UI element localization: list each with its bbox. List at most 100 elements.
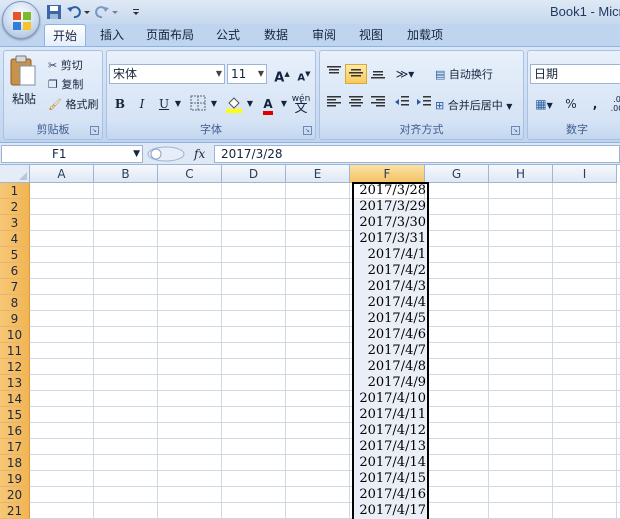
office-button[interactable] <box>2 1 40 39</box>
redo-icon[interactable] <box>94 3 110 21</box>
clipboard-launcher-icon[interactable]: ↘ <box>90 126 99 135</box>
tab-insert[interactable]: 插入 <box>92 24 132 46</box>
row-header-6[interactable]: 6 <box>0 263 30 279</box>
percent-button[interactable]: % <box>560 94 582 114</box>
row-header-19[interactable]: 19 <box>0 471 30 487</box>
copy-button[interactable]: ❐ 复制 <box>48 76 83 92</box>
cell-f8[interactable]: 2017/4/4 <box>353 295 428 311</box>
orientation-button[interactable]: ≫▾ <box>391 64 419 84</box>
fill-color-button[interactable] <box>223 94 245 114</box>
cell-f14[interactable]: 2017/4/10 <box>353 391 428 407</box>
row-header-12[interactable]: 12 <box>0 359 30 375</box>
row-header-1[interactable]: 1 <box>0 183 30 199</box>
cell-f10[interactable]: 2017/4/6 <box>353 327 428 343</box>
tab-formulas[interactable]: 公式 <box>208 24 248 46</box>
font-launcher-icon[interactable]: ↘ <box>303 126 312 135</box>
formula-bar-resize-icon[interactable] <box>146 145 186 163</box>
column-header-h[interactable]: H <box>489 165 553 183</box>
name-box[interactable]: F1 ▼ <box>1 145 143 163</box>
paste-button[interactable]: 粘贴 <box>8 54 42 114</box>
cell-f12[interactable]: 2017/4/8 <box>353 359 428 375</box>
align-bottom-button[interactable] <box>367 64 389 84</box>
formula-input[interactable]: 2017/3/28 <box>214 145 620 163</box>
cut-button[interactable]: ✂ 剪切 <box>48 57 83 73</box>
cell-f7[interactable]: 2017/4/3 <box>353 279 428 295</box>
select-all-button[interactable] <box>0 165 30 183</box>
undo-dropdown-icon[interactable] <box>82 3 92 21</box>
borders-dropdown-icon[interactable]: ▼ <box>209 94 219 114</box>
undo-icon[interactable] <box>66 3 82 21</box>
save-icon[interactable] <box>46 3 62 21</box>
underline-dropdown-icon[interactable]: ▼ <box>173 94 183 114</box>
row-header-9[interactable]: 9 <box>0 311 30 327</box>
row-header-20[interactable]: 20 <box>0 487 30 503</box>
merge-center-button[interactable]: ⊞ 合并后居中 ▼ <box>435 97 512 113</box>
row-header-16[interactable]: 16 <box>0 423 30 439</box>
format-painter-button[interactable]: 🖌 格式刷 <box>48 96 98 112</box>
column-header-b[interactable]: B <box>94 165 158 183</box>
column-header-c[interactable]: C <box>158 165 222 183</box>
row-header-14[interactable]: 14 <box>0 391 30 407</box>
cell-f16[interactable]: 2017/4/12 <box>353 423 428 439</box>
column-header-g[interactable]: G <box>425 165 489 183</box>
cell-f17[interactable]: 2017/4/13 <box>353 439 428 455</box>
align-center-button[interactable] <box>345 94 367 114</box>
redo-dropdown-icon[interactable] <box>110 3 120 21</box>
fill-color-dropdown-icon[interactable]: ▼ <box>245 94 255 114</box>
worksheet-grid[interactable]: ABCDEFGHI 1 2 3 4 5 6 7 8 9 10 11 12 13 14 15 16 17 18 19 2… <box>0 165 620 519</box>
row-header-3[interactable]: 3 <box>0 215 30 231</box>
font-name-combo[interactable]: 宋体 ▼ <box>109 64 225 84</box>
align-left-button[interactable] <box>323 94 345 114</box>
row-header-2[interactable]: 2 <box>0 199 30 215</box>
bold-button[interactable]: B <box>109 94 131 114</box>
row-header-7[interactable]: 7 <box>0 279 30 295</box>
cell-f5[interactable]: 2017/4/1 <box>353 247 428 263</box>
column-header-e[interactable]: E <box>286 165 350 183</box>
underline-button[interactable]: U <box>153 94 175 114</box>
italic-button[interactable]: I <box>131 94 153 114</box>
tab-page-layout[interactable]: 页面布局 <box>140 24 200 46</box>
cell-f11[interactable]: 2017/4/7 <box>353 343 428 359</box>
row-header-5[interactable]: 5 <box>0 247 30 263</box>
cell-f3[interactable]: 2017/3/30 <box>353 215 428 231</box>
cell-f1[interactable]: 2017/3/28 <box>353 183 428 199</box>
alignment-launcher-icon[interactable]: ↘ <box>511 126 520 135</box>
row-header-15[interactable]: 15 <box>0 407 30 423</box>
number-format-combo[interactable]: 日期 <box>530 64 620 84</box>
cell-f20[interactable]: 2017/4/16 <box>353 487 428 503</box>
row-header-4[interactable]: 4 <box>0 231 30 247</box>
align-top-button[interactable] <box>323 64 345 84</box>
row-header-11[interactable]: 11 <box>0 343 30 359</box>
insert-function-button[interactable]: fx <box>194 145 205 163</box>
cell-f19[interactable]: 2017/4/15 <box>353 471 428 487</box>
cell-f21[interactable]: 2017/4/17 <box>353 503 428 519</box>
cell-f18[interactable]: 2017/4/14 <box>353 455 428 471</box>
row-header-10[interactable]: 10 <box>0 327 30 343</box>
cell-f2[interactable]: 2017/3/29 <box>353 199 428 215</box>
shrink-font-button[interactable]: A▼ <box>293 64 315 84</box>
comma-button[interactable]: , <box>584 94 606 114</box>
row-header-21[interactable]: 21 <box>0 503 30 519</box>
tab-data[interactable]: 数据 <box>256 24 296 46</box>
cell-f9[interactable]: 2017/4/5 <box>353 311 428 327</box>
font-color-button[interactable]: A <box>257 94 279 115</box>
decrease-indent-button[interactable] <box>391 94 413 114</box>
align-middle-button[interactable] <box>345 64 367 84</box>
borders-button[interactable] <box>187 94 209 114</box>
row-header-8[interactable]: 8 <box>0 295 30 311</box>
increase-decimal-button[interactable]: .0.00 <box>606 94 620 114</box>
tab-view[interactable]: 视图 <box>351 24 391 46</box>
column-header-a[interactable]: A <box>30 165 94 183</box>
increase-indent-button[interactable] <box>413 94 435 114</box>
tab-home[interactable]: 开始 <box>44 24 86 46</box>
column-header-i[interactable]: I <box>553 165 617 183</box>
accounting-format-button[interactable]: ▦▼ <box>530 94 558 114</box>
grow-font-button[interactable]: A▲ <box>271 64 293 85</box>
cell-f15[interactable]: 2017/4/11 <box>353 407 428 423</box>
font-size-combo[interactable]: 11 ▼ <box>227 64 267 84</box>
tab-add-ins[interactable]: 加载项 <box>400 24 450 46</box>
cell-f4[interactable]: 2017/3/31 <box>353 231 428 247</box>
cell-f13[interactable]: 2017/4/9 <box>353 375 428 391</box>
row-header-17[interactable]: 17 <box>0 439 30 455</box>
tab-review[interactable]: 审阅 <box>304 24 344 46</box>
